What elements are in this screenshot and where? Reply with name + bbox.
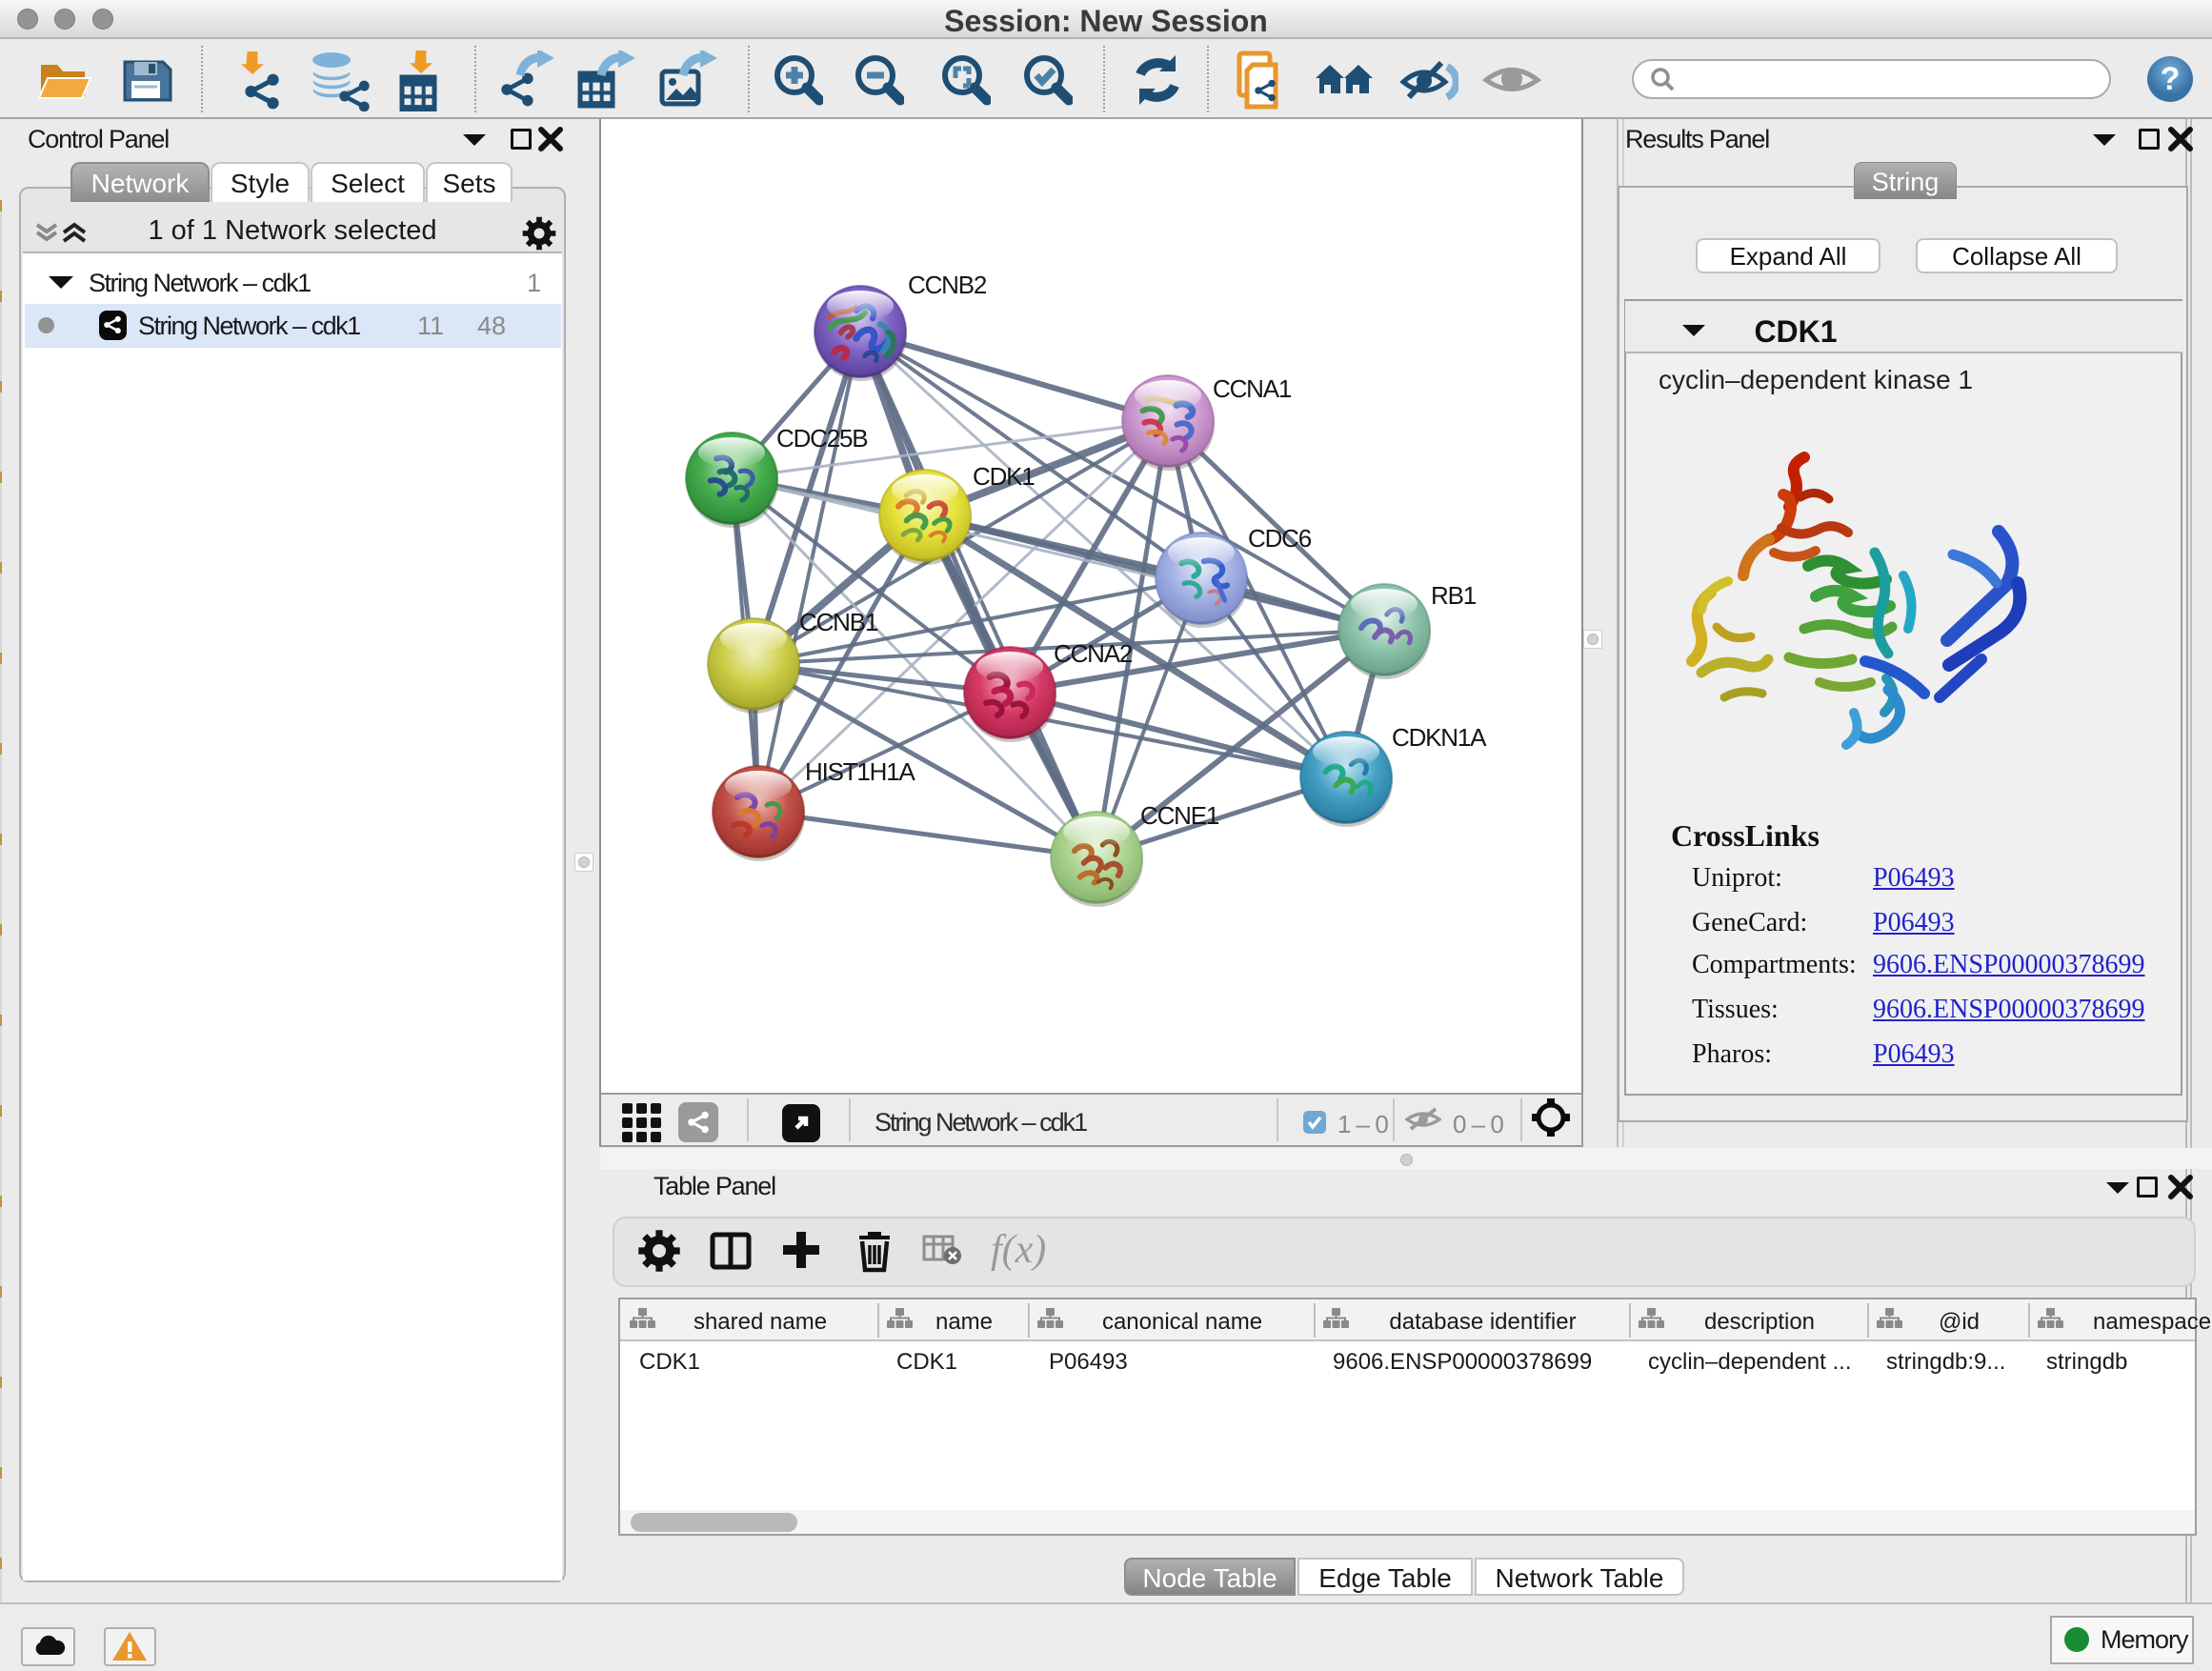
svg-text:CDC25B: CDC25B — [776, 424, 867, 453]
svg-text:CDC6: CDC6 — [1248, 524, 1312, 553]
svg-text:?: ? — [2161, 61, 2181, 97]
svg-text:CCNE1: CCNE1 — [1140, 801, 1219, 830]
svg-text:CCNB2: CCNB2 — [908, 271, 987, 299]
svg-text:CDK1: CDK1 — [973, 462, 1035, 491]
svg-text:HIST1H1A: HIST1H1A — [805, 757, 916, 786]
svg-text:CCNA1: CCNA1 — [1213, 374, 1292, 403]
svg-text:RB1: RB1 — [1431, 581, 1477, 610]
svg-text:CDKN1A: CDKN1A — [1392, 723, 1487, 752]
svg-text:CCNB1: CCNB1 — [799, 608, 878, 636]
svg-text:CCNA2: CCNA2 — [1054, 639, 1133, 668]
